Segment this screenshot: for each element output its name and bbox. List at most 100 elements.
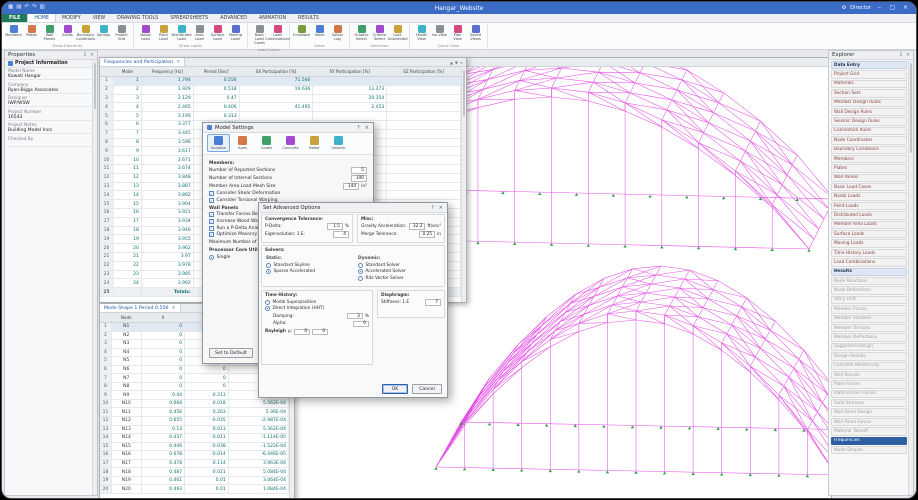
iso-view-button[interactable]: Iso View	[431, 24, 448, 38]
cell[interactable]: 23	[114, 271, 142, 279]
cell[interactable]	[387, 139, 461, 147]
table-row[interactable]: 553.1950.313	[100, 112, 461, 121]
table-row[interactable]: 332.1290.4729.354	[100, 95, 461, 104]
cell[interactable]: 3.445	[142, 130, 194, 138]
cell[interactable]: 10	[114, 156, 142, 164]
setting-input[interactable]: 144	[343, 183, 359, 190]
cell[interactable]: 0.478	[142, 460, 186, 468]
explorer-item-wall-panels[interactable]: Wall Panels	[831, 174, 907, 182]
cell[interactable]: 3.963E-04	[229, 460, 289, 468]
field-value[interactable]: IWP/WSW	[8, 101, 94, 107]
table-row[interactable]: 221.9290.51819.63613.373	[100, 86, 461, 95]
table-row[interactable]: 442.4650.40641.4952.453	[100, 103, 461, 112]
cell[interactable]: 3	[114, 95, 142, 103]
cell[interactable]: 0	[142, 357, 186, 365]
cell[interactable]: 0.313	[194, 112, 240, 120]
cell[interactable]: -1.114E-05	[229, 434, 289, 442]
cell[interactable]	[240, 112, 314, 120]
cell[interactable]: 0	[185, 366, 229, 374]
explorer-item-boundary-conditions[interactable]: Boundary Conditions	[831, 146, 907, 154]
moving-load-button[interactable]: Moving Load	[227, 24, 244, 42]
explorer-item-wall-design-rules[interactable]: Wall Design Rules	[831, 108, 907, 116]
explorer-item-node-coordinates[interactable]: Node Coordinates	[831, 136, 907, 144]
cell[interactable]	[387, 156, 461, 164]
cell[interactable]: 3.946	[142, 227, 194, 235]
column-header-node[interactable]: Node	[112, 313, 142, 322]
cell[interactable]: 3.892	[142, 191, 194, 199]
cell[interactable]: 3.934	[142, 218, 194, 226]
settings-nav-codes[interactable]: Codes	[256, 135, 277, 151]
boundary-conditions-button[interactable]: Boundary Conditions	[77, 24, 94, 42]
close-tab-icon[interactable]: ×	[171, 305, 175, 311]
explorer-item-wall-results[interactable]: Wall Results	[831, 371, 907, 379]
table-row[interactable]: 15N150.446-0.038-1.522E-04	[100, 443, 289, 452]
cell[interactable]: 0.018	[185, 400, 229, 408]
cell[interactable]: 2.453	[313, 103, 387, 111]
properties-scrollbar[interactable]	[92, 60, 97, 495]
saved-views-button[interactable]: Saved Views	[467, 24, 484, 42]
cell[interactable]: -0.035	[185, 417, 229, 425]
cell[interactable]: 22	[114, 262, 142, 270]
alpha-input[interactable]: 0	[353, 321, 369, 328]
cell[interactable]: 3.992	[142, 279, 194, 287]
cell[interactable]	[114, 288, 142, 296]
field-value[interactable]: 16543	[8, 115, 94, 121]
cell[interactable]: 0.01	[185, 485, 229, 493]
cell[interactable]	[387, 174, 461, 182]
cell[interactable]: -0.011	[185, 434, 229, 442]
explorer-item-plate-corner-forces[interactable]: Plate Corner Forces	[831, 390, 907, 398]
pin-icon[interactable]: ↧	[899, 53, 903, 58]
distributed-load-button[interactable]: Distributed Load	[173, 24, 190, 42]
table-row[interactable]: 12N120.655-0.035-2.987E-04	[100, 417, 289, 426]
area-load-button[interactable]: Area Load	[191, 24, 208, 42]
explorer-item-time-history-loads[interactable]: Time History Loads	[831, 249, 907, 257]
cell[interactable]: -1.522E-04	[229, 443, 289, 451]
cell[interactable]: -2.987E-04	[229, 417, 289, 425]
set-to-default-button[interactable]: Set to Default	[209, 348, 253, 358]
cell[interactable]: 5	[114, 112, 142, 120]
cell[interactable]: -0.014	[185, 451, 229, 459]
cell[interactable]: 41.495	[240, 103, 314, 111]
settings-nav-concrete[interactable]: Concrete	[280, 135, 301, 151]
cell[interactable]: 14	[114, 191, 142, 199]
cell[interactable]: 0.406	[194, 103, 240, 111]
column-header-period-sec[interactable]: Period [Sec]	[194, 67, 240, 76]
close-button[interactable]: ×	[901, 5, 910, 11]
explorer-item-plate-forces[interactable]: Plate Forces	[831, 380, 907, 388]
cell[interactable]: Totals:	[142, 288, 194, 296]
close-icon[interactable]: ×	[460, 60, 463, 65]
table-row[interactable]: 20N200.4930.011.084E-04	[100, 485, 289, 494]
column-header-sx-participation[interactable]: SX Participation [%]	[240, 67, 314, 76]
cell[interactable]: 2.129	[142, 95, 194, 103]
cell[interactable]: 0.487	[142, 468, 186, 476]
cell[interactable]: 1.084E-04	[229, 485, 289, 493]
table-row[interactable]: 19N190.4610.013.064E-04	[100, 477, 289, 486]
cell[interactable]: 5.362E-04	[229, 426, 289, 434]
cell[interactable]: 0	[185, 383, 229, 391]
app-menu-icon[interactable]: ▦	[8, 5, 13, 11]
cell[interactable]: 3.674	[142, 165, 194, 173]
explorer-item-plates[interactable]: Plates	[831, 164, 907, 172]
radio-ritz-vector-solver[interactable]: Ritz Vector Solver	[358, 276, 442, 281]
cell[interactable]: 0.068	[142, 400, 186, 408]
cell[interactable]: 0.493	[142, 485, 186, 493]
tab-results[interactable]: RESULTS	[292, 14, 325, 22]
cell[interactable]: 19.636	[240, 86, 314, 94]
cell[interactable]: 0.213	[185, 391, 229, 399]
explorer-item-frequencies[interactable]: Frequencies	[831, 437, 907, 445]
cell[interactable]: 29.354	[313, 95, 387, 103]
explorer-section-data-entry[interactable]: Data Entry	[831, 61, 907, 69]
cell[interactable]: 0.461	[142, 477, 186, 485]
cell[interactable]: 0	[142, 323, 186, 331]
redo-icon[interactable]: ↷	[32, 5, 37, 11]
explorer-item-member-area-loads[interactable]: Member Area Loads	[831, 221, 907, 229]
merge-tolerance-input[interactable]: 0.25	[419, 231, 435, 238]
tab-advanced[interactable]: ADVANCED	[214, 14, 253, 22]
explorer-item-section-sets[interactable]: Section Sets	[831, 89, 907, 97]
gravity-input[interactable]: 32.2	[409, 223, 425, 230]
frequencies-scrollbar[interactable]	[461, 67, 466, 302]
cell[interactable]: 0.01	[185, 477, 229, 485]
project-grid-button[interactable]: Project Grid	[113, 24, 130, 42]
cell[interactable]: 8	[114, 139, 142, 147]
pin-icon[interactable]: ↧	[83, 53, 87, 58]
